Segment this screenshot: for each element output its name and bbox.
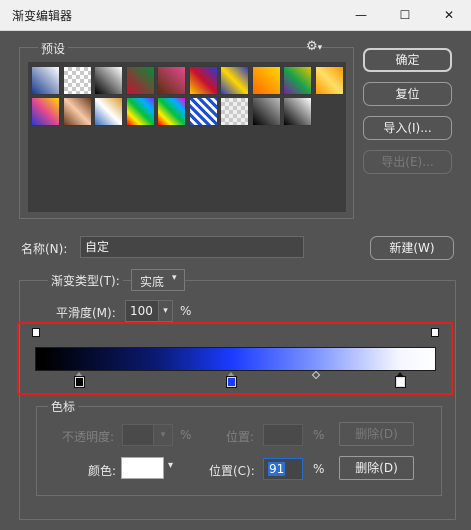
title-bar: 渐变编辑器 — ☐ ✕: [0, 0, 471, 31]
preset-swatch[interactable]: [31, 97, 60, 126]
preset-swatch[interactable]: [94, 66, 123, 95]
opacity-input[interactable]: [122, 424, 154, 446]
import-button[interactable]: 导入(I)...: [363, 116, 452, 140]
opacity-position-input[interactable]: [263, 424, 303, 446]
minimize-button[interactable]: —: [339, 0, 383, 30]
preset-swatch[interactable]: [62, 97, 92, 126]
preset-swatch[interactable]: [125, 66, 155, 95]
ok-button[interactable]: 确定: [363, 48, 452, 72]
color-position-unit: %: [313, 462, 325, 476]
export-button[interactable]: 导出(E)...: [363, 150, 452, 174]
preset-swatch[interactable]: [125, 97, 155, 126]
close-button[interactable]: ✕: [427, 0, 471, 30]
opacity-label: 不透明度:: [62, 430, 115, 444]
maximize-button[interactable]: ☐: [383, 0, 427, 30]
name-input[interactable]: 自定: [80, 236, 304, 258]
presets-legend: 预设: [38, 40, 69, 57]
window-title: 渐变编辑器: [12, 9, 73, 23]
smoothness-dropdown-chevron-icon[interactable]: ▾: [158, 300, 173, 322]
color-swatch[interactable]: [121, 457, 164, 479]
presets-menu-gear-icon[interactable]: ⚙▾: [306, 39, 322, 54]
minimize-icon: —: [355, 8, 367, 22]
preset-swatch[interactable]: [220, 97, 249, 126]
chevron-down-icon: ▾: [172, 273, 177, 283]
preset-swatch[interactable]: [157, 66, 186, 95]
gradient-type-label: 渐变类型(T):: [48, 272, 123, 289]
highlight-box: [17, 322, 453, 395]
preset-swatch[interactable]: [188, 97, 218, 126]
close-icon: ✕: [443, 8, 455, 22]
delete-opacity-stop-button[interactable]: 删除(D): [339, 422, 414, 446]
preset-swatch[interactable]: [283, 97, 312, 126]
preset-swatch[interactable]: [188, 66, 218, 95]
opacity-chevron-icon[interactable]: ▾: [153, 424, 173, 446]
reset-button[interactable]: 复位: [363, 82, 452, 106]
new-button[interactable]: 新建(W): [370, 236, 454, 260]
preset-swatch[interactable]: [62, 66, 92, 95]
stops-group: [36, 406, 442, 496]
smoothness-label: 平滑度(M):: [56, 306, 116, 320]
preset-swatch[interactable]: [314, 66, 344, 95]
smoothness-input[interactable]: 100: [125, 300, 159, 322]
preset-swatch[interactable]: [251, 97, 281, 126]
opacity-position-unit: %: [313, 428, 325, 442]
delete-color-stop-button[interactable]: 删除(D): [339, 456, 414, 480]
preset-swatch[interactable]: [157, 97, 186, 126]
color-position-label: 位置(C):: [209, 464, 255, 478]
name-label: 名称(N):: [21, 242, 68, 256]
color-label: 颜色:: [88, 464, 117, 478]
gradient-type-value: 实底: [140, 275, 165, 289]
preset-swatch[interactable]: [283, 66, 312, 95]
preset-swatch[interactable]: [31, 66, 60, 95]
color-chevron-icon[interactable]: ▾: [168, 460, 173, 471]
opacity-unit: %: [180, 428, 192, 442]
color-position-input[interactable]: 91: [263, 458, 303, 480]
gradient-type-select[interactable]: 实底 ▾: [131, 269, 185, 291]
preset-swatch[interactable]: [220, 66, 249, 95]
maximize-icon: ☐: [399, 8, 411, 22]
preset-swatch[interactable]: [251, 66, 281, 95]
color-position-value: 91: [268, 462, 286, 476]
preset-swatch[interactable]: [94, 97, 123, 126]
smoothness-unit: %: [180, 304, 192, 318]
stops-legend: 色标: [48, 398, 79, 415]
opacity-position-label: 位置:: [226, 430, 255, 444]
